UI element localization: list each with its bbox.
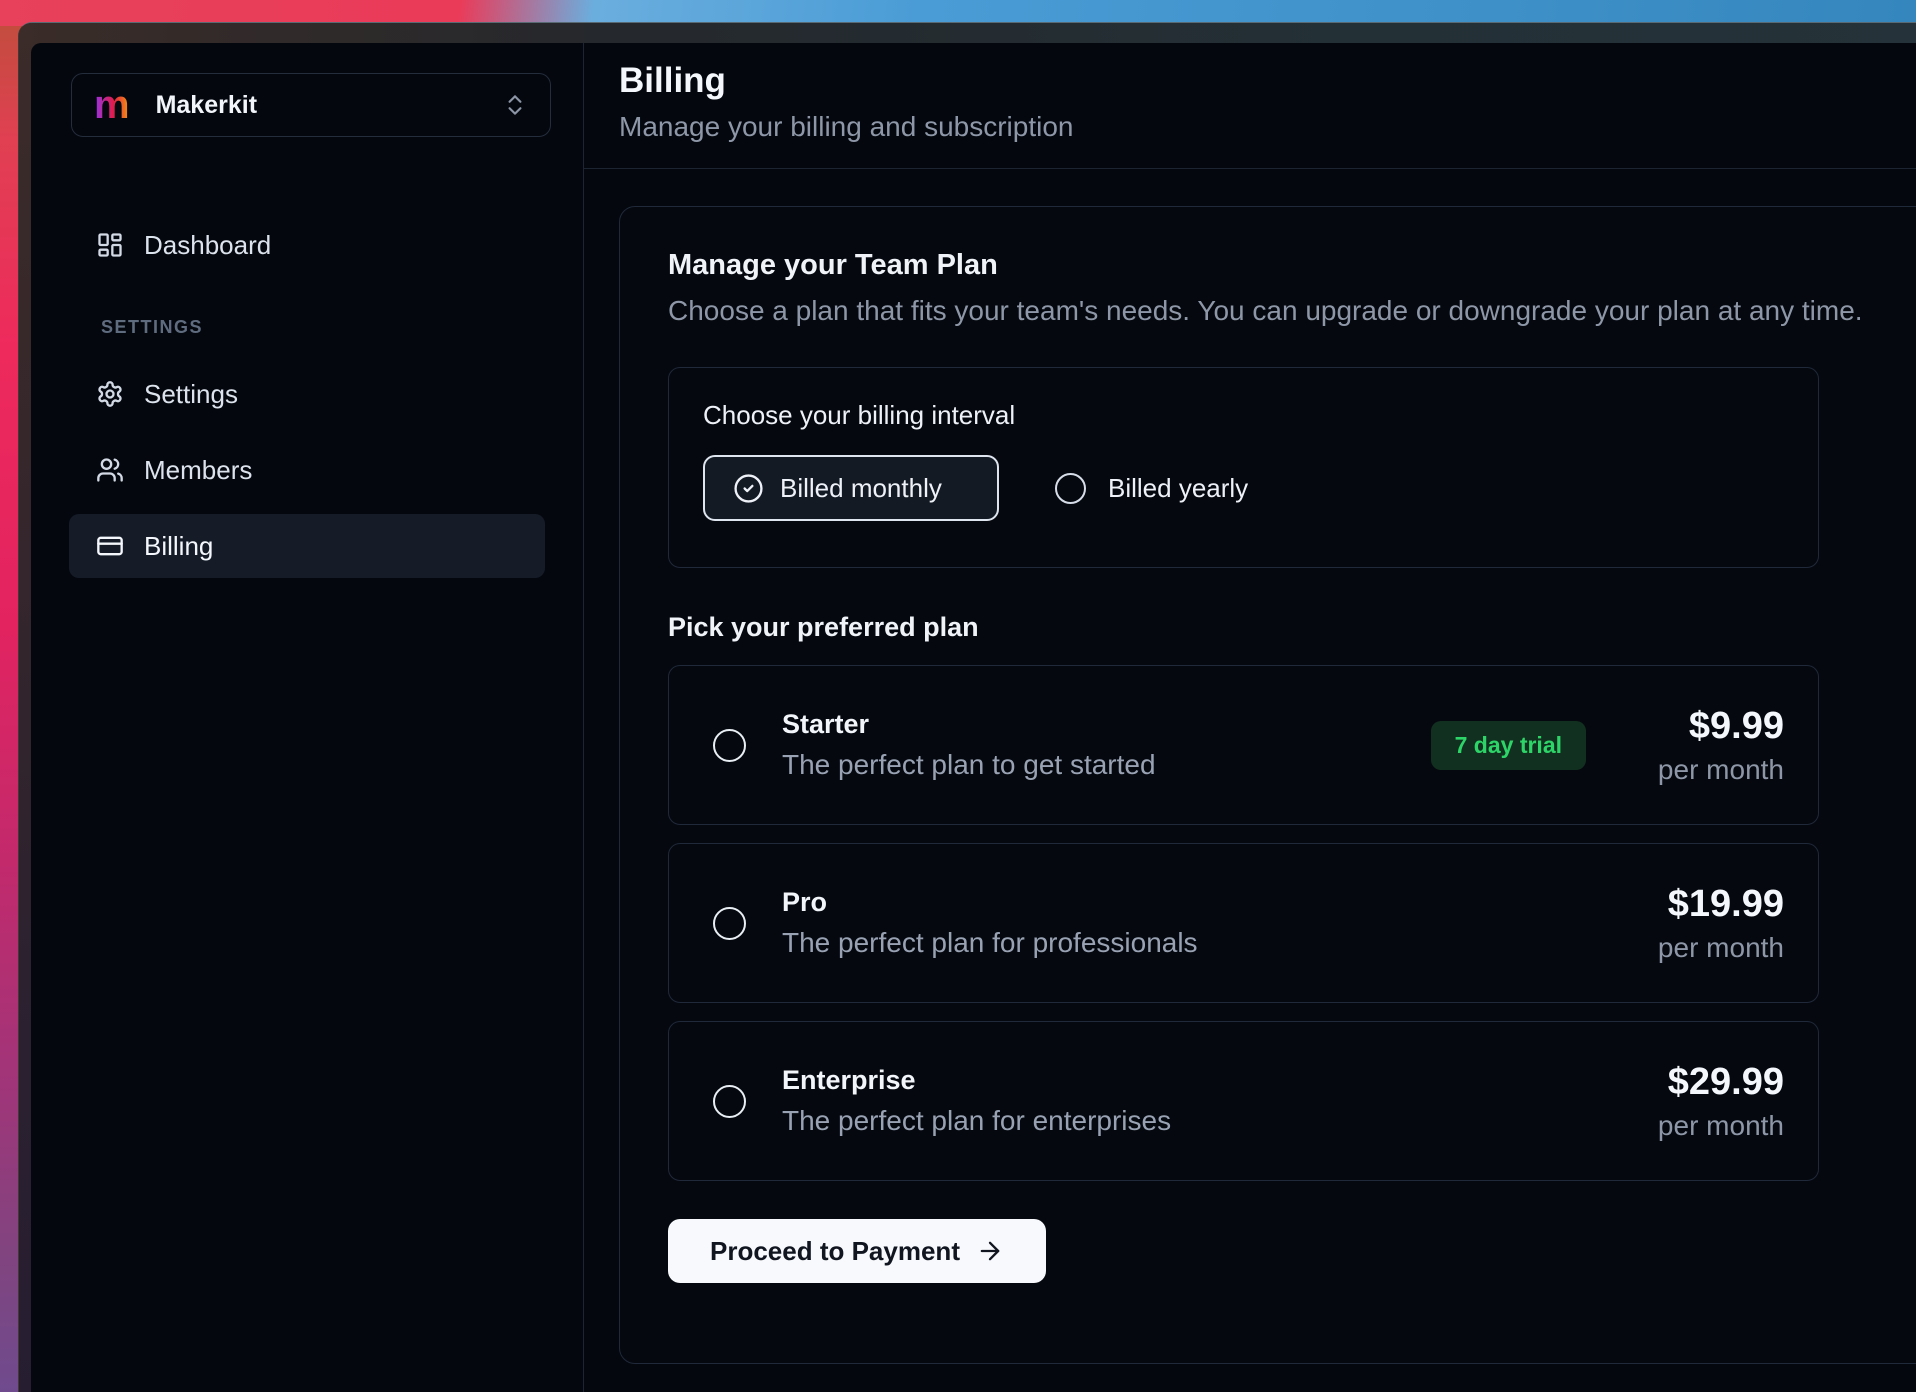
- card-title: Manage your Team Plan: [668, 249, 1916, 282]
- plan-row-starter[interactable]: Starter The perfect plan to get started …: [668, 665, 1819, 825]
- interval-option-label: Billed yearly: [1108, 473, 1248, 504]
- plan-pricing: $19.99 per month: [1586, 883, 1784, 964]
- trial-badge: 7 day trial: [1431, 721, 1586, 770]
- gear-icon: [96, 380, 124, 408]
- page-subtitle: Manage your billing and subscription: [619, 111, 1916, 143]
- plans-label: Pick your preferred plan: [668, 612, 1916, 643]
- sidebar-item-label: Members: [144, 455, 252, 486]
- page-title: Billing: [619, 61, 1916, 101]
- plan-row-enterprise[interactable]: Enterprise The perfect plan for enterpri…: [668, 1021, 1819, 1181]
- plan-price: $29.99: [1634, 1061, 1784, 1104]
- sidebar-nav: Dashboard SETTINGS Settings: [31, 213, 583, 578]
- billing-interval-label: Choose your billing interval: [703, 400, 1784, 431]
- circle-check-icon: [733, 473, 764, 504]
- sidebar-item-dashboard[interactable]: Dashboard: [69, 213, 545, 277]
- plan-name: Starter: [782, 709, 1156, 740]
- plan-period: per month: [1634, 1110, 1784, 1142]
- plan-radio[interactable]: [713, 907, 746, 940]
- plan-info: Enterprise The perfect plan for enterpri…: [782, 1065, 1171, 1137]
- main-content: Billing Manage your billing and subscrip…: [584, 43, 1916, 1392]
- plan-price: $19.99: [1634, 883, 1784, 926]
- plan-description: The perfect plan to get started: [782, 749, 1156, 781]
- plan-list: Starter The perfect plan to get started …: [668, 665, 1916, 1181]
- plan-period: per month: [1634, 754, 1784, 786]
- plan-radio[interactable]: [713, 729, 746, 762]
- sidebar-item-label: Billing: [144, 531, 213, 562]
- card-description: Choose a plan that fits your team's need…: [668, 295, 1916, 327]
- price-block: $9.99 per month: [1634, 705, 1784, 786]
- credit-card-icon: [96, 532, 124, 560]
- price-block: $19.99 per month: [1634, 883, 1784, 964]
- plan-pricing: $29.99 per month: [1586, 1061, 1784, 1142]
- interval-option-yearly[interactable]: Billed yearly: [1055, 473, 1248, 504]
- app-root: m Makerkit Dashboard: [31, 43, 1916, 1392]
- billing-interval-options: Billed monthly Billed yearly: [703, 455, 1784, 521]
- plan-info: Starter The perfect plan to get started: [782, 709, 1156, 781]
- plan-description: The perfect plan for professionals: [782, 927, 1198, 959]
- proceed-button-label: Proceed to Payment: [710, 1236, 960, 1267]
- plan-description: The perfect plan for enterprises: [782, 1105, 1171, 1137]
- plan-row-pro[interactable]: Pro The perfect plan for professionals $…: [668, 843, 1819, 1003]
- plan-info: Pro The perfect plan for professionals: [782, 887, 1198, 959]
- plan-name: Pro: [782, 887, 1198, 918]
- interval-option-label: Billed monthly: [780, 473, 942, 504]
- sidebar-item-label: Dashboard: [144, 230, 271, 261]
- app-window: m Makerkit Dashboard: [18, 22, 1916, 1392]
- billing-interval-card: Choose your billing interval Billed mont…: [668, 367, 1819, 568]
- plan-radio[interactable]: [713, 1085, 746, 1118]
- team-plan-card: Manage your Team Plan Choose a plan that…: [619, 206, 1916, 1364]
- radio-circle-icon: [1055, 473, 1086, 504]
- sidebar-item-members[interactable]: Members: [69, 438, 545, 502]
- plan-price: $9.99: [1634, 705, 1784, 748]
- layout-dashboard-icon: [96, 231, 124, 259]
- sidebar: m Makerkit Dashboard: [31, 43, 584, 1392]
- interval-option-monthly[interactable]: Billed monthly: [703, 455, 999, 521]
- sidebar-item-billing[interactable]: Billing: [69, 514, 545, 578]
- page-content: Manage your Team Plan Choose a plan that…: [584, 169, 1916, 1364]
- window-left-edge: [19, 23, 31, 1392]
- workspace-name: Makerkit: [156, 91, 257, 120]
- arrow-right-icon: [976, 1237, 1004, 1265]
- workspace-selector[interactable]: m Makerkit: [71, 73, 551, 137]
- users-icon: [96, 456, 124, 484]
- sidebar-item-settings[interactable]: Settings: [69, 362, 545, 426]
- settings-section-label: SETTINGS: [101, 317, 545, 338]
- plan-name: Enterprise: [782, 1065, 1171, 1096]
- chevrons-up-down-icon: [502, 92, 528, 118]
- sidebar-item-label: Settings: [144, 379, 238, 410]
- page-header: Billing Manage your billing and subscrip…: [584, 43, 1916, 169]
- plan-period: per month: [1634, 932, 1784, 964]
- proceed-to-payment-button[interactable]: Proceed to Payment: [668, 1219, 1046, 1283]
- plan-pricing: 7 day trial $9.99 per month: [1431, 705, 1784, 786]
- makerkit-logo: m: [94, 85, 130, 125]
- price-block: $29.99 per month: [1634, 1061, 1784, 1142]
